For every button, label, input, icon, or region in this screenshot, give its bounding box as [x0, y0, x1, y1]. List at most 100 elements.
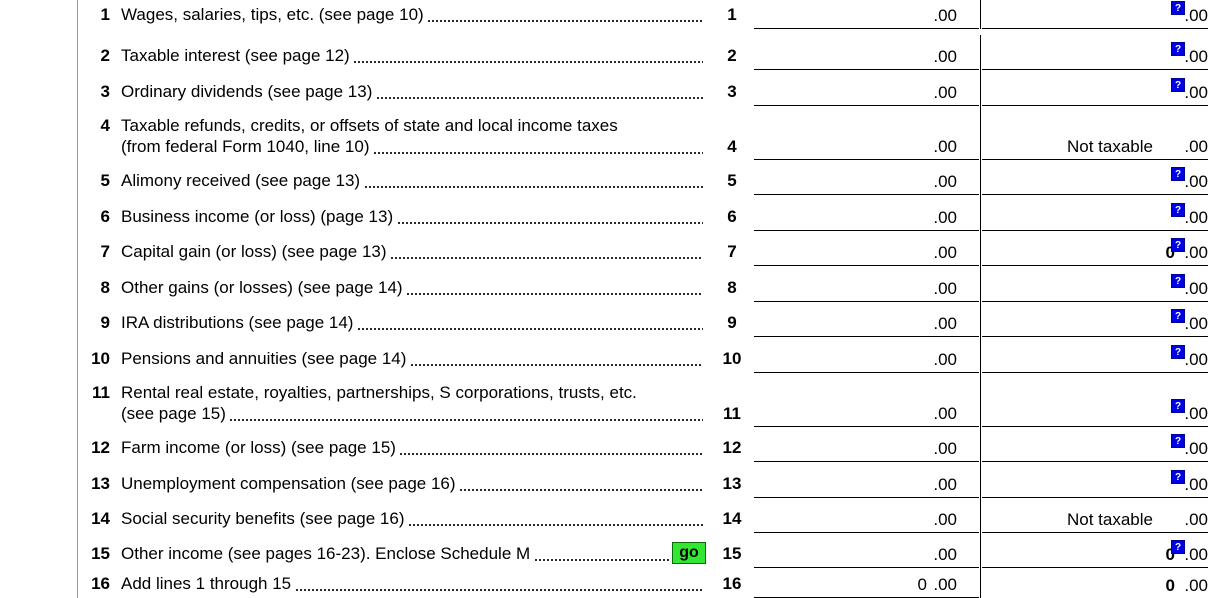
help-icon[interactable]: ? — [1171, 309, 1185, 323]
form-line-6: 6 Business income (or loss) (page 13) 6 .0… — [0, 195, 1208, 231]
dot-leader — [406, 293, 703, 295]
column-divider — [980, 302, 981, 337]
state-amount-field[interactable]: Not taxable .00 — [982, 498, 1208, 533]
line-number: 16 — [91, 574, 110, 593]
line-number: 12 — [91, 438, 110, 457]
state-amount-cents: .00 — [1184, 439, 1208, 458]
state-amount-field[interactable]: ? .00 — [982, 0, 1208, 29]
line-box-number: 3 — [727, 82, 737, 101]
line-description: Farm income (or loss) (see page 15) — [121, 438, 396, 458]
line-description-text: IRA distributions (see page 14) — [121, 313, 354, 332]
state-amount-field[interactable]: 0? .00 — [982, 533, 1208, 568]
dot-leader — [229, 419, 703, 421]
federal-amount-field[interactable]: .00 — [754, 462, 979, 498]
form-line-2: 2 Taxable interest (see page 12) 2 .00 ? .0… — [0, 35, 1208, 70]
state-amount-field[interactable]: ? .00 — [982, 462, 1208, 498]
line-description-text: Capital gain (or loss) (see page 13) — [121, 242, 387, 261]
help-icon[interactable]: ? — [1171, 238, 1185, 252]
state-amount-cents: .00 — [1184, 6, 1208, 25]
help-icon[interactable]: ? — [1171, 203, 1185, 217]
state-amount-field[interactable]: Not taxable .00 — [982, 106, 1208, 160]
federal-amount-field[interactable]: .00 — [754, 0, 979, 29]
state-amount-field[interactable]: ? .00 — [982, 35, 1208, 70]
federal-amount-field[interactable]: .00 — [754, 373, 979, 427]
state-amount-cents: .00 — [1184, 83, 1208, 102]
dot-leader — [534, 559, 670, 561]
line-number: 10 — [91, 349, 110, 368]
line-number: 2 — [100, 46, 110, 65]
federal-amount-field[interactable]: .00 — [754, 70, 979, 106]
line-box-number: 10 — [722, 349, 742, 368]
column-divider — [980, 568, 981, 598]
federal-amount-field[interactable]: .00 — [754, 427, 979, 462]
federal-amount-cents: .00 — [933, 243, 957, 262]
line-number: 15 — [91, 544, 110, 563]
federal-amount-cents: .00 — [933, 172, 957, 191]
line-number: 4 — [100, 116, 110, 135]
help-icon[interactable]: ? — [1171, 42, 1185, 56]
line-description: Other gains (or losses) (see page 14) — [121, 278, 403, 298]
federal-amount-field[interactable]: .00 — [754, 106, 979, 160]
state-amount-field[interactable]: ? .00 — [982, 70, 1208, 106]
dot-leader — [427, 20, 703, 22]
state-amount-field[interactable]: ? .00 — [982, 373, 1208, 427]
federal-amount-field[interactable]: .00 — [754, 498, 979, 533]
line-number: 8 — [100, 278, 110, 297]
state-amount-field[interactable]: ? .00 — [982, 337, 1208, 373]
not-taxable-label: Not taxable — [1067, 137, 1153, 156]
line-description-cont: (see page 15) — [121, 404, 226, 424]
line-description-text: Other income (see pages 16-23). Enclose … — [121, 544, 531, 563]
form-line-14: 14 Social security benefits (see page 16)… — [0, 498, 1208, 533]
federal-amount-field[interactable]: .00 — [754, 302, 979, 337]
state-amount-field[interactable]: ? .00 — [982, 427, 1208, 462]
state-amount-field[interactable]: ? .00 — [982, 266, 1208, 302]
help-icon[interactable]: ? — [1171, 434, 1185, 448]
line-number: 9 — [100, 313, 110, 332]
line-description: Unemployment compensation (see page 16) — [121, 474, 456, 494]
line-box-number: 5 — [727, 171, 737, 190]
dot-leader — [399, 453, 703, 455]
help-icon[interactable]: ? — [1171, 167, 1185, 181]
state-amount-field[interactable]: 0? .00 — [982, 231, 1208, 266]
help-icon[interactable]: ? — [1171, 399, 1185, 413]
form-line-1: 1 Wages, salaries, tips, etc. (see page 1… — [0, 0, 1208, 29]
federal-amount-field[interactable]: .00 — [754, 160, 979, 195]
line-description: Taxable interest (see page 12) — [121, 46, 350, 66]
dot-leader — [295, 589, 703, 591]
state-amount-cents: .00 — [1184, 47, 1208, 66]
column-divider — [980, 195, 981, 231]
federal-amount-field[interactable]: .00 — [754, 231, 979, 266]
federal-amount-field[interactable]: 0 .00 — [754, 568, 979, 598]
form-line-12: 12 Farm income (or loss) (see page 15) 12 … — [0, 427, 1208, 462]
state-amount-field[interactable]: ? .00 — [982, 302, 1208, 337]
state-amount-cents: .00 — [1184, 279, 1208, 298]
line-box-number: 9 — [727, 313, 737, 332]
federal-amount-field[interactable]: .00 — [754, 533, 979, 568]
column-divider — [980, 231, 981, 266]
state-amount-field[interactable]: ? .00 — [982, 160, 1208, 195]
federal-amount-field[interactable]: .00 — [754, 337, 979, 373]
line-box-number: 14 — [722, 509, 742, 528]
help-icon[interactable]: ? — [1171, 470, 1185, 484]
help-icon[interactable]: ? — [1171, 540, 1185, 554]
line-description: Taxable refunds, credits, or offsets of … — [121, 116, 618, 135]
line-number: 6 — [100, 207, 110, 226]
federal-amount-field[interactable]: .00 — [754, 266, 979, 302]
help-icon[interactable]: ? — [1171, 1, 1185, 15]
line-description-text: Ordinary dividends (see page 13) — [121, 82, 373, 101]
federal-amount-cents: .00 — [933, 575, 957, 594]
line-description: Alimony received (see page 13) — [121, 171, 360, 191]
state-amount-field[interactable]: ? .00 — [982, 195, 1208, 231]
federal-amount-cents: .00 — [933, 475, 957, 494]
help-icon[interactable]: ? — [1171, 274, 1185, 288]
dot-leader — [353, 61, 703, 63]
federal-amount-field[interactable]: .00 — [754, 195, 979, 231]
line-description-cont: (from federal Form 1040, line 10) — [121, 137, 370, 157]
help-icon[interactable]: ? — [1171, 345, 1185, 359]
go-button[interactable]: go — [672, 542, 706, 564]
line-description-text: Alimony received (see page 13) — [121, 171, 361, 190]
state-amount-field[interactable]: 0.00 — [982, 568, 1208, 598]
federal-amount-field[interactable]: .00 — [754, 35, 979, 70]
help-icon[interactable]: ? — [1171, 78, 1185, 92]
dot-leader — [376, 97, 703, 99]
